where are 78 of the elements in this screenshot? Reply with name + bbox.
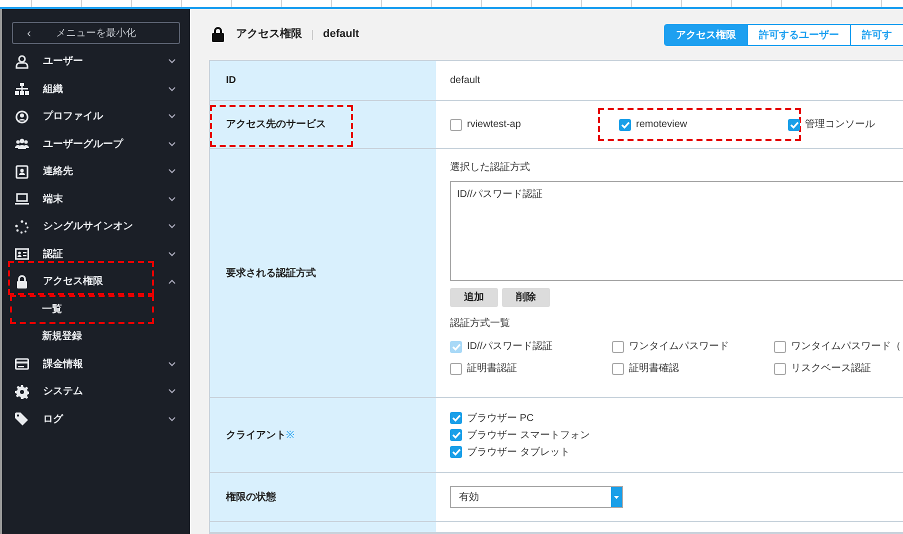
- checkbox[interactable]: [450, 412, 462, 424]
- sidebar-item[interactable]: 組織: [2, 76, 190, 103]
- option-label: ブラウザー スマートフォン: [467, 428, 590, 442]
- field-value: default: [450, 74, 482, 88]
- chevron-down-icon: [168, 59, 176, 64]
- checkbox[interactable]: [450, 429, 462, 441]
- option-label: ID//パスワード認証: [467, 340, 553, 354]
- chevron-down-icon: [168, 86, 176, 92]
- checkbox[interactable]: [788, 118, 800, 130]
- checkbox[interactable]: [450, 118, 462, 130]
- sidebar-item[interactable]: アクセス権限: [2, 268, 190, 296]
- user-icon: [15, 54, 29, 69]
- checkbox[interactable]: [619, 118, 631, 130]
- checkbox[interactable]: [450, 446, 462, 458]
- sidebar-item[interactable]: 端末: [2, 186, 190, 213]
- sidebar-item[interactable]: システム: [2, 378, 190, 406]
- select-field[interactable]: 有効: [450, 486, 623, 508]
- checkbox[interactable]: [612, 340, 624, 352]
- sidebar-item[interactable]: プロファイル: [2, 103, 190, 130]
- dots-circle-icon: [15, 220, 29, 234]
- chevron-down-icon: [168, 169, 176, 174]
- contact-card-icon: [15, 164, 29, 179]
- chevron-down-icon: [168, 252, 176, 257]
- checkbox[interactable]: [774, 362, 786, 374]
- profile-icon: [15, 110, 29, 124]
- sidebar-item[interactable]: ユーザーグループ: [2, 130, 190, 158]
- chevron-down-icon: [168, 196, 176, 202]
- option-label: ワンタイムパスワード: [629, 340, 729, 354]
- chevron-down-icon: [168, 362, 176, 367]
- sidebar-item[interactable]: ログ: [2, 406, 190, 433]
- field-label: 権限の状態: [226, 490, 276, 504]
- option-label: ワンタイムパスワード（: [791, 340, 901, 354]
- required-mark: ※: [286, 428, 294, 442]
- submenu-item[interactable]: 一覧: [2, 296, 190, 323]
- hierarchy-icon: [15, 82, 29, 96]
- sidebar-item[interactable]: シングルサインオン: [2, 213, 190, 240]
- tag-icon: [15, 412, 29, 426]
- sidebar-item[interactable]: 課金情報: [2, 350, 190, 378]
- field-label: アクセス先のサービス: [226, 118, 326, 132]
- record-name: default: [323, 27, 360, 42]
- chevron-down-icon: [168, 224, 176, 230]
- action-button[interactable]: 削除: [502, 288, 550, 307]
- checkbox[interactable]: [774, 340, 786, 352]
- option-label: rviewtest-ap: [467, 118, 521, 132]
- sidebar-item[interactable]: 連絡先: [2, 158, 190, 186]
- option-label: 証明書確認: [629, 362, 679, 376]
- checkbox[interactable]: [612, 362, 624, 374]
- lock-icon: [212, 27, 224, 42]
- option-label: ブラウザー PC: [467, 412, 534, 426]
- caption: 選択した認証方式: [450, 160, 531, 175]
- id-card-icon: [15, 247, 29, 262]
- chevron-down-icon: [168, 389, 176, 394]
- submenu-item[interactable]: 新規登録: [2, 323, 190, 350]
- lock-icon: [15, 274, 29, 289]
- selected-methods-list[interactable]: ID//パスワード認証: [450, 181, 903, 281]
- field-label: クライアント: [226, 428, 286, 442]
- chevron-down-icon: [168, 114, 176, 120]
- option-label: ブラウザー タブレット: [467, 446, 570, 460]
- sidebar-item[interactable]: ユーザー: [2, 48, 190, 76]
- laptop-icon: [15, 192, 29, 206]
- option-label: リスクベース認証: [791, 362, 871, 376]
- settings-icon: [15, 384, 29, 399]
- field-label: 要求される認証方式: [226, 266, 316, 280]
- checkbox[interactable]: [450, 362, 462, 374]
- sidebar-item[interactable]: 認証: [2, 240, 190, 268]
- action-button[interactable]: 追加: [450, 288, 498, 307]
- chevron-down-icon: [168, 416, 176, 422]
- option-label: 証明書認証: [467, 362, 517, 376]
- field-label: ID: [226, 74, 236, 88]
- page-title: アクセス権限: [236, 26, 302, 42]
- group-icon: [15, 137, 29, 152]
- chevron-up-icon: [168, 279, 176, 284]
- credit-card-icon: [15, 357, 29, 372]
- chevron-down-icon: [168, 142, 176, 147]
- caption: 認証方式一覧: [450, 316, 511, 331]
- option-label: remoteview: [636, 118, 688, 132]
- minimize-menu-button[interactable]: ‹ メニューを最小化: [12, 22, 180, 44]
- option-label: 管理コンソール: [805, 118, 875, 132]
